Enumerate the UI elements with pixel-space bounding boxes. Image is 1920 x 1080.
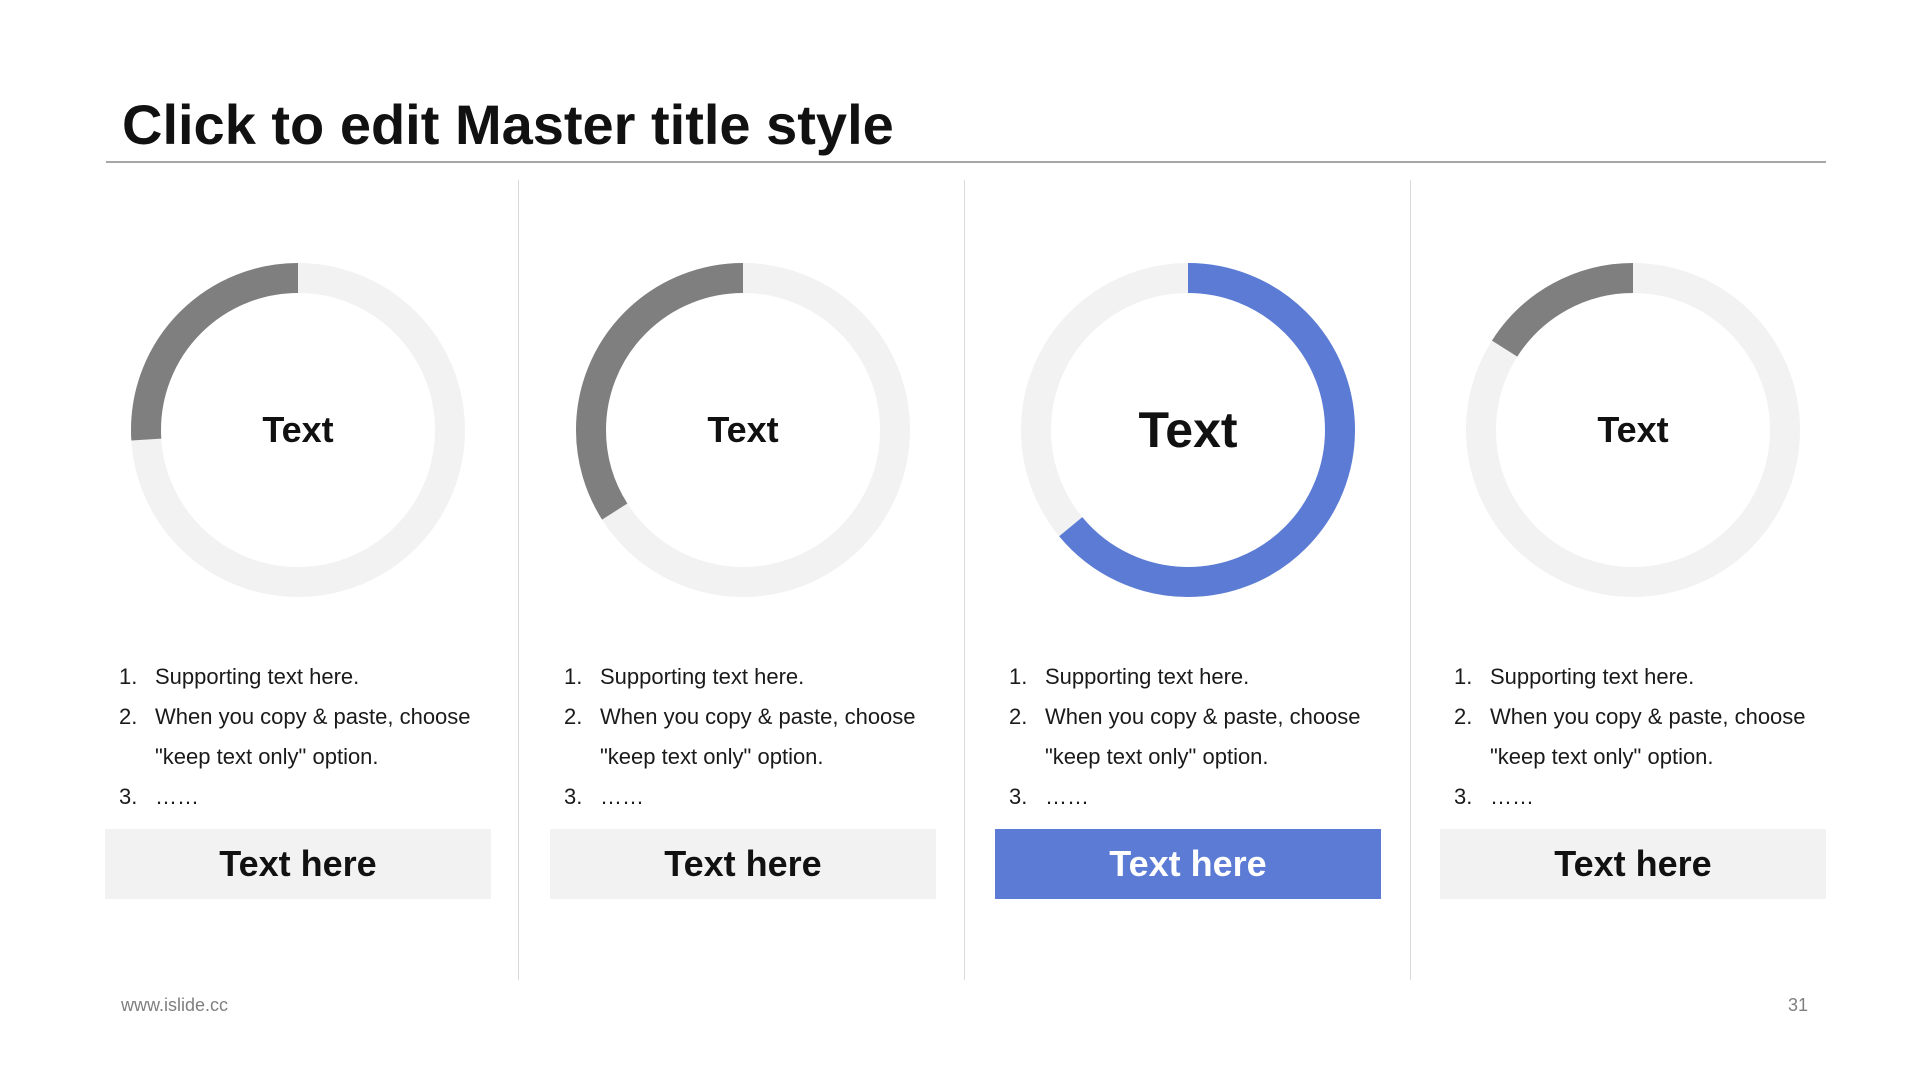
- list-number: 2.: [119, 704, 138, 729]
- progress-ring: Text: [550, 262, 936, 598]
- list-item: 2. When you copy & paste, choose "keep te…: [1454, 697, 1826, 777]
- list-number: 1.: [119, 664, 138, 689]
- footer-url: www.islide.cc: [121, 995, 229, 1015]
- progress-ring: Text: [1440, 262, 1826, 598]
- list-item: 3. ……: [564, 777, 936, 817]
- list-text: ……: [600, 784, 644, 809]
- ring-label: Text: [707, 409, 779, 450]
- supporting-list: 1. Supporting text here. 2. When you copy …: [119, 657, 491, 817]
- list-text: Supporting text here.: [155, 664, 360, 689]
- list-text: When you copy & paste, choose "keep text…: [600, 704, 916, 769]
- list-item: 2. When you copy & paste, choose "keep te…: [1009, 697, 1381, 777]
- list-text: Supporting text here.: [1045, 664, 1250, 689]
- list-number: 3.: [119, 784, 138, 809]
- list-text: Supporting text here.: [1490, 664, 1695, 689]
- list-number: 1.: [1009, 664, 1028, 689]
- list-item: 1. Supporting text here.: [1009, 657, 1381, 697]
- card-3: Text 1. Supporting text here. 2. When you …: [995, 180, 1381, 980]
- list-number: 2.: [1454, 704, 1473, 729]
- supporting-list: 1. Supporting text here. 2. When you copy …: [1009, 657, 1381, 817]
- card-2: Text 1. Supporting text here. 2. When you …: [550, 180, 936, 980]
- list-item: 2. When you copy & paste, choose "keep te…: [564, 697, 936, 777]
- list-item: 3. ……: [119, 777, 491, 817]
- column-divider: [1410, 180, 1411, 980]
- ring-label: Text: [262, 409, 334, 450]
- list-number: 3.: [1009, 784, 1028, 809]
- list-text: ……: [1045, 784, 1089, 809]
- list-item: 1. Supporting text here.: [564, 657, 936, 697]
- list-number: 2.: [1009, 704, 1028, 729]
- list-number: 1.: [1454, 664, 1473, 689]
- list-text: ……: [1490, 784, 1534, 809]
- list-item: 3. ……: [1009, 777, 1381, 817]
- list-number: 2.: [564, 704, 583, 729]
- list-text: ……: [155, 784, 199, 809]
- list-number: 3.: [1454, 784, 1473, 809]
- card-4: Text 1. Supporting text here. 2. When you …: [1440, 180, 1826, 980]
- progress-ring: Text: [995, 262, 1381, 598]
- list-text: When you copy & paste, choose "keep text…: [1045, 704, 1361, 769]
- list-item: 1. Supporting text here.: [1454, 657, 1826, 697]
- supporting-list: 1. Supporting text here. 2. When you copy …: [1454, 657, 1826, 817]
- supporting-list: 1. Supporting text here. 2. When you copy …: [564, 657, 936, 817]
- list-number: 3.: [564, 784, 583, 809]
- text-here-button[interactable]: Text here: [1440, 829, 1826, 899]
- title-divider: [106, 161, 1826, 163]
- column-divider: [964, 180, 965, 980]
- ring-label: Text: [1597, 409, 1669, 450]
- slide-title: Click to edit Master title style: [122, 93, 894, 156]
- text-here-button[interactable]: Text here: [105, 829, 491, 899]
- list-text: When you copy & paste, choose "keep text…: [155, 704, 471, 769]
- progress-ring: Text: [105, 262, 491, 598]
- column-divider: [518, 180, 519, 980]
- list-text: Supporting text here.: [600, 664, 805, 689]
- list-item: 3. ……: [1454, 777, 1826, 817]
- ring-label: Text: [1138, 402, 1238, 458]
- list-item: 1. Supporting text here.: [119, 657, 491, 697]
- list-text: When you copy & paste, choose "keep text…: [1490, 704, 1806, 769]
- text-here-button[interactable]: Text here: [550, 829, 936, 899]
- text-here-button[interactable]: Text here: [995, 829, 1381, 899]
- card-1: Text 1. Supporting text here. 2. When you …: [105, 180, 491, 980]
- list-item: 2. When you copy & paste, choose "keep te…: [119, 697, 491, 777]
- list-number: 1.: [564, 664, 583, 689]
- page-number: 31: [1787, 995, 1808, 1015]
